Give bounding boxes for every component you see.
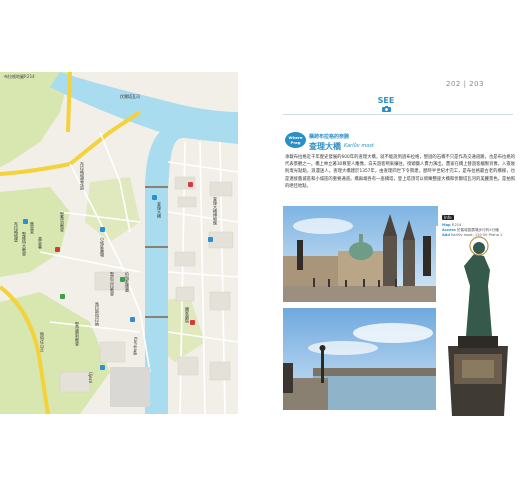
article-title: 查理大橋	[309, 142, 341, 151]
info-value: 於舊城區廣場步行約5分鐘	[456, 228, 499, 232]
map-label: 約翰藍儂牆	[125, 272, 130, 292]
map-label: Kampa島	[133, 337, 138, 355]
article-body: 承載布拉格近千年歷史發展的600年的查理大橋，就不能說到過布拉格，堅固的石橋不只…	[285, 155, 515, 189]
info-key: Add	[442, 233, 450, 237]
info-value: P.214	[451, 223, 462, 227]
map-pin-icon	[188, 182, 193, 187]
park-area-petrin	[0, 292, 110, 414]
map-label: 查理大橋	[157, 202, 162, 218]
map-label: 舊皇宮	[30, 222, 35, 234]
district-block	[110, 367, 150, 407]
map-pin-icon	[152, 195, 157, 200]
photo-statue	[436, 226, 520, 416]
map-label: 馬拉斯特拉納	[95, 302, 100, 326]
article-subtitle: 橫跨布拉格的奈腕	[309, 134, 350, 140]
map-canvas	[0, 72, 238, 414]
info-tag: Info	[442, 215, 454, 220]
info-row: Add Karlův most, 110 00 Praha 1	[442, 233, 520, 238]
camera-icon	[381, 106, 391, 112]
map-pin-icon	[23, 219, 28, 224]
info-key: Access	[442, 228, 456, 232]
major-road-3	[66, 72, 72, 133]
where-bubble: Where Prag	[285, 132, 306, 148]
photo-vltava-river	[283, 308, 438, 410]
map-pin-icon	[130, 317, 135, 322]
map-label: Újezd	[88, 372, 93, 384]
park-area-castle	[0, 187, 70, 277]
photo-charles-bridge-towers	[283, 206, 438, 302]
section-divider	[283, 114, 513, 115]
map-label: 布拉格城堡	[14, 222, 19, 242]
map-label: 聖維特大教堂	[22, 232, 27, 256]
map-pin-icon	[208, 237, 213, 242]
map-label: 聖母勝利教堂	[75, 322, 80, 346]
map-pin-icon	[100, 227, 105, 232]
city-map: 布拉格地圖P.214 布拉格城堡 聖維特大教堂 舊皇宮 黃金巷 聖喬治教堂 查理…	[0, 72, 238, 414]
map-label: 查理大橋博物館	[213, 197, 218, 225]
map-pin-icon	[55, 247, 60, 252]
map-label: 黃金巷	[38, 237, 43, 249]
map-label: 聖尼古拉教堂	[110, 272, 115, 296]
article-title-en: Karlův most	[344, 143, 374, 149]
map-pin-icon	[120, 277, 125, 282]
map-pin-icon	[100, 365, 105, 370]
section-title: SEE	[377, 96, 395, 105]
map-pin-icon	[190, 320, 195, 325]
page-number: 202 | 203	[446, 80, 485, 88]
map-label: 佩特任山丘	[40, 332, 45, 352]
map-label: 聖喬治教堂	[60, 212, 65, 232]
map-label: 伏爾塔瓦河	[120, 94, 140, 99]
map-label: 小城區廣場	[100, 237, 105, 257]
info-value: Karlův most, 110 00 Praha 1	[451, 233, 503, 237]
map-title: 布拉格地圖P.214	[4, 74, 35, 79]
info-key: Map	[442, 223, 451, 227]
map-label: 布拉格城堡花園	[80, 162, 85, 190]
map-pin-icon	[60, 294, 65, 299]
info-box: Info Map P.214 Access 於舊城區廣場步行約5分鐘 Add K…	[442, 204, 520, 238]
section-badge: SEE	[371, 96, 401, 116]
